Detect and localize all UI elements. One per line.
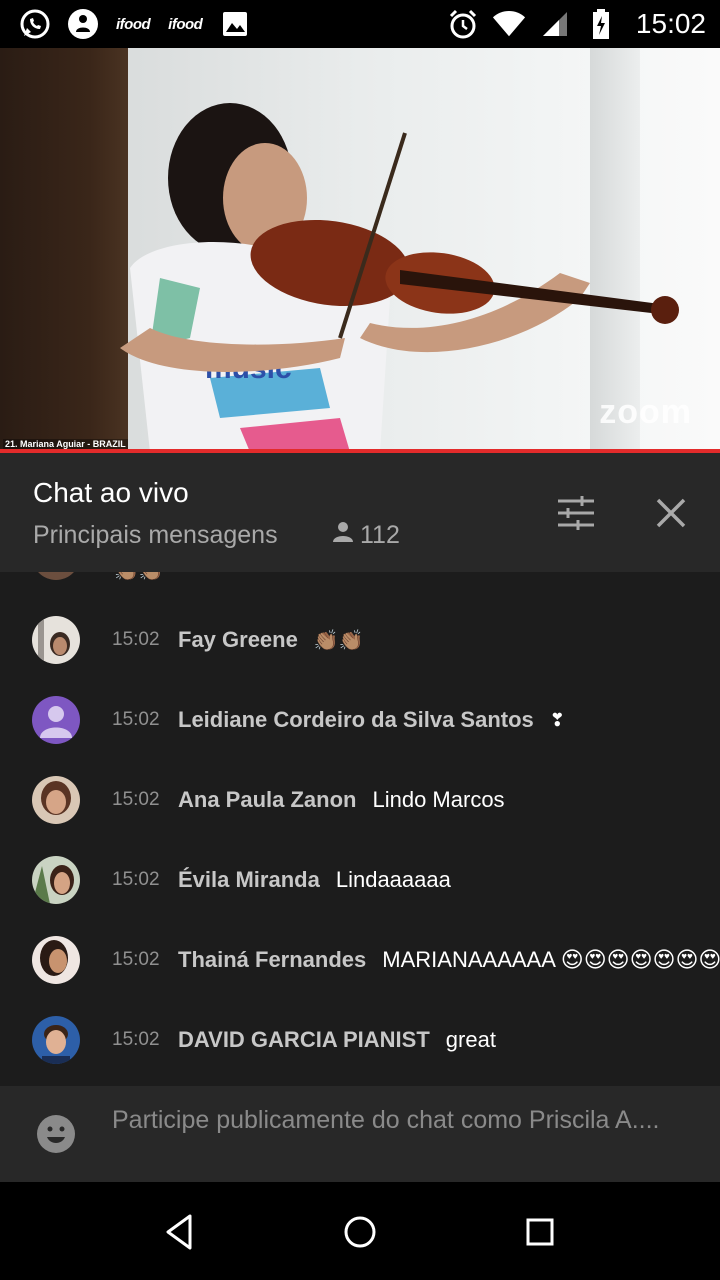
signal-icon bbox=[538, 7, 572, 41]
video-performer: music bbox=[120, 103, 679, 452]
video-player[interactable]: music 21. Mariana Aguiar - BRAZIL zoom bbox=[0, 48, 720, 452]
list-item[interactable]: 15:02 Fay Greene 👏🏽👏🏽 bbox=[0, 600, 720, 680]
list-item[interactable]: 15:02 DAVID GARCIA PIANIST great bbox=[0, 1000, 720, 1080]
ifood-icon: ifood bbox=[168, 15, 203, 33]
avatar[interactable] bbox=[32, 936, 80, 984]
gallery-icon bbox=[218, 7, 252, 41]
avatar bbox=[32, 572, 80, 580]
status-bar: ifood ifood 15:02 bbox=[0, 0, 720, 48]
chat-message-list[interactable]: 👏🏽👏🏽 15:02 Fay Greene 👏🏽👏🏽 15:02 Leidian… bbox=[0, 572, 720, 1086]
list-item[interactable]: 15:02 Leidiane Cordeiro da Silva Santos … bbox=[0, 680, 720, 760]
message-timestamp: 15:02 bbox=[112, 709, 160, 730]
clock: 15:02 bbox=[635, 8, 706, 39]
message-text: MARIANAAAAAA 😍😍😍😍😍😍😍😍 bbox=[382, 947, 720, 972]
message-timestamp: 15:02 bbox=[112, 949, 160, 970]
emoji-icon[interactable] bbox=[36, 1114, 76, 1154]
video-caption: 21. Mariana Aguiar - BRAZIL bbox=[3, 439, 128, 449]
list-item[interactable]: 15:02 Évila Miranda Lindaaaaaa bbox=[0, 840, 720, 920]
list-item[interactable]: 15:02 Thainá Fernandes MARIANAAAAAA 😍😍😍😍… bbox=[0, 920, 720, 1000]
wifi-icon bbox=[492, 7, 526, 41]
avatar[interactable] bbox=[32, 1016, 80, 1064]
back-icon[interactable] bbox=[160, 1212, 200, 1252]
avatar[interactable] bbox=[32, 616, 80, 664]
person-icon bbox=[332, 521, 354, 550]
filter-icon[interactable] bbox=[556, 495, 596, 531]
message-timestamp: 15:02 bbox=[112, 869, 160, 890]
message-timestamp: 15:02 bbox=[112, 1029, 160, 1050]
message-author[interactable]: Thainá Fernandes bbox=[178, 947, 366, 973]
chat-message-input[interactable]: Participe publicamente do chat como Pris… bbox=[112, 1104, 672, 1136]
message-author[interactable]: Leidiane Cordeiro da Silva Santos bbox=[178, 707, 534, 733]
message-timestamp: 15:02 bbox=[112, 629, 160, 650]
message-text: Lindaaaaaa bbox=[335, 867, 451, 892]
recents-icon[interactable] bbox=[520, 1212, 560, 1252]
message-author[interactable]: DAVID GARCIA PIANIST bbox=[178, 1027, 430, 1053]
viewer-count-value: 112 bbox=[360, 521, 400, 549]
chat-input-bar[interactable]: Participe publicamente do chat como Pris… bbox=[0, 1086, 720, 1182]
heart-exclamation-emoji: ❣ bbox=[549, 709, 565, 730]
list-item: 👏🏽👏🏽 bbox=[0, 572, 720, 588]
close-icon[interactable] bbox=[655, 497, 687, 529]
list-item[interactable]: 15:02 Ana Paula Zanon Lindo Marcos bbox=[0, 760, 720, 840]
clapping-hands-emoji: 👏🏽👏🏽 bbox=[313, 629, 364, 652]
message-author[interactable]: Fay Greene bbox=[178, 627, 298, 653]
chat-title: Chat ao vivo bbox=[33, 477, 189, 508]
contact-icon bbox=[66, 7, 100, 41]
home-icon[interactable] bbox=[340, 1212, 380, 1252]
chat-mode-selector[interactable]: Principais mensagens bbox=[33, 521, 278, 550]
battery-icon bbox=[584, 7, 618, 41]
message-timestamp: 15:02 bbox=[112, 789, 160, 810]
message-author[interactable]: Ana Paula Zanon bbox=[178, 787, 356, 813]
avatar[interactable] bbox=[32, 696, 80, 744]
message-text: great bbox=[445, 1027, 496, 1052]
message-text: Lindo Marcos bbox=[372, 787, 505, 812]
ifood-icon: ifood bbox=[116, 15, 151, 33]
avatar[interactable] bbox=[32, 776, 80, 824]
avatar[interactable] bbox=[32, 856, 80, 904]
clapping-hands-emoji: 👏🏽👏🏽 bbox=[114, 572, 164, 583]
alarm-icon bbox=[446, 7, 480, 41]
zoom-watermark: zoom bbox=[599, 393, 692, 431]
viewer-count: 112 bbox=[332, 521, 400, 550]
message-author[interactable]: Évila Miranda bbox=[178, 867, 320, 893]
whatsapp-icon bbox=[18, 7, 52, 41]
chat-header: Chat ao vivo Principais mensagens 112 bbox=[0, 453, 720, 572]
system-nav-bar bbox=[0, 1182, 720, 1280]
